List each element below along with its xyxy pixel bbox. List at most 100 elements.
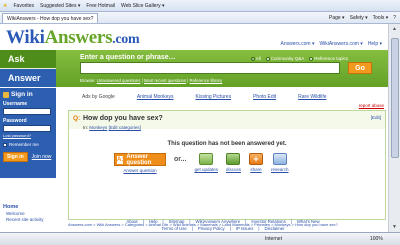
nav-welcome[interactable]: Welcome: [0, 211, 56, 216]
in-label: In:: [83, 125, 89, 130]
username-label: Username: [3, 101, 28, 107]
browse-unanswered[interactable]: Unanswered questions: [97, 78, 141, 83]
tools-menu[interactable]: Tools ▾: [373, 15, 389, 21]
logo-wiki: Wiki: [6, 27, 45, 48]
footer-link[interactable]: Sitemap: [169, 219, 185, 225]
discuss-action[interactable]: discuss: [226, 153, 241, 172]
radio-reference-label: Reference topics: [314, 56, 348, 61]
ad-link[interactable]: Kissing Pictures: [196, 94, 232, 100]
question-input[interactable]: [80, 62, 340, 74]
safety-menu[interactable]: Safety ▾: [350, 15, 368, 21]
edit-question-link[interactable]: [Edit]: [371, 115, 381, 120]
answer-button-label: Answer question: [126, 153, 152, 166]
radio-all-dot[interactable]: [250, 56, 255, 61]
ad-link[interactable]: Animal Monkeys: [137, 94, 174, 100]
question-card: Q: How dop you have sex? [Edit] In: Monk…: [68, 110, 386, 220]
ask-bar: Ask Answer Enter a question or phrase… A…: [0, 50, 388, 87]
discuss-link[interactable]: discuss: [226, 167, 241, 172]
get-updates-link[interactable]: get updates: [194, 167, 218, 172]
ask-tab[interactable]: Ask: [0, 50, 56, 68]
fav-suggested-sites[interactable]: Suggested Sites ▾: [40, 3, 80, 9]
research-icon[interactable]: [272, 153, 287, 165]
footer-link[interactable]: About: [126, 219, 137, 225]
radio-all-label: All: [255, 56, 261, 61]
or-text: or...: [174, 156, 187, 163]
browse-reference[interactable]: Reference library: [190, 78, 223, 83]
edit-categories-link[interactable]: [Edit categories]: [109, 125, 141, 130]
answer-badge: A:: [117, 155, 124, 164]
ad-link[interactable]: Photo Edit: [253, 94, 276, 100]
vertical-scrollbar[interactable]: ▲ ▼: [388, 24, 400, 232]
browse-links: Browse: Unanswered questions | Most rece…: [80, 78, 223, 83]
question-header: Q: How dop you have sex? [Edit] In: Monk…: [69, 111, 385, 130]
username-field[interactable]: [3, 108, 51, 115]
report-abuse-link[interactable]: report abuse: [359, 103, 384, 108]
home-title[interactable]: Home: [0, 204, 56, 210]
logo-answers: Answers: [44, 27, 113, 48]
answer-tab[interactable]: Answer: [0, 69, 56, 87]
signin-button[interactable]: Sign in: [3, 152, 28, 162]
remember-checkbox[interactable]: [3, 142, 7, 147]
updates-icon[interactable]: [199, 153, 214, 165]
sidebar: Sign in Username Password Lost password?…: [0, 88, 56, 232]
fav-free-hotmail[interactable]: Free Hotmail: [86, 3, 115, 9]
footer-link[interactable]: Investor Relations: [251, 219, 285, 225]
answer-question-button[interactable]: A: Answer question: [114, 153, 166, 166]
password-field[interactable]: [3, 125, 51, 132]
research-link[interactable]: research: [271, 167, 289, 172]
footer-link[interactable]: Help: [149, 219, 158, 225]
browse-recent[interactable]: Most recent questions: [144, 78, 186, 83]
share-link[interactable]: share: [250, 167, 261, 172]
radio-all[interactable]: All: [250, 56, 261, 61]
home-nav: Home Welcome Recent site activity: [0, 203, 56, 222]
join-now-link[interactable]: Join now: [32, 154, 52, 160]
footer-links-row1: About | Help | Sitemap | WikiAnswers Anywhe…: [126, 219, 320, 225]
radio-community-dot[interactable]: [265, 56, 270, 61]
category-link[interactable]: Monkeys: [89, 125, 107, 130]
question-categories: In: Monkeys [Edit categories]: [83, 125, 141, 130]
nav-recent-activity[interactable]: Recent site activity: [0, 217, 56, 222]
share-icon[interactable]: +: [249, 153, 263, 165]
question-actions: A: Answer question Answer question or... …: [114, 153, 289, 173]
scroll-up-icon[interactable]: ▲: [392, 26, 397, 32]
tab-wikianswers[interactable]: WikiAnswers - How dop you have sex?: [2, 12, 99, 23]
help-menu[interactable]: ?: [393, 15, 396, 21]
radio-community-label: Community Q&A: [270, 56, 305, 61]
footer-link[interactable]: What's New: [297, 219, 320, 225]
get-updates-action[interactable]: get updates: [194, 153, 218, 172]
ad-link[interactable]: Rare Wildlife: [298, 94, 326, 100]
top-link-help[interactable]: Help ▾: [368, 41, 382, 47]
research-action[interactable]: research: [271, 153, 289, 172]
share-action[interactable]: + share: [249, 153, 263, 172]
logo-com: .com: [112, 32, 140, 47]
zoom-level[interactable]: 100%: [370, 236, 383, 242]
lock-icon: [3, 91, 9, 98]
radio-community[interactable]: Community Q&A: [265, 56, 305, 61]
remember-me[interactable]: Remember me: [3, 142, 53, 147]
scroll-down-icon[interactable]: ▼: [392, 224, 397, 230]
top-link-answers[interactable]: Answers.com ▾: [281, 41, 315, 47]
radio-reference[interactable]: Reference topics: [309, 56, 348, 61]
radio-reference-dot[interactable]: [309, 56, 314, 61]
lost-password-link[interactable]: Lost password?: [3, 133, 53, 138]
favorites-button[interactable]: Favorites: [13, 3, 34, 9]
scroll-thumb[interactable]: [391, 38, 399, 158]
page-menu[interactable]: Page ▾: [329, 15, 345, 21]
command-bar: Page ▾ Safety ▾ Tools ▾ ?: [329, 15, 400, 21]
top-links: Answers.com ▾ WikiAnswers.com ▾ Help ▾: [281, 41, 382, 47]
favorites-star-icon[interactable]: ★: [3, 3, 7, 9]
browse-label: Browse:: [80, 78, 96, 83]
question-badge: Q:: [73, 115, 81, 122]
tab-bar: WikiAnswers - How dop you have sex? Page…: [0, 12, 400, 24]
fav-web-slice-gallery[interactable]: Web Slice Gallery ▾: [121, 3, 165, 9]
answer-question-link[interactable]: Answer question: [123, 168, 156, 173]
question-prompt: Enter a question or phrase…: [80, 54, 176, 61]
top-link-wikianswers[interactable]: WikiAnswers.com ▾: [319, 41, 362, 47]
discuss-icon[interactable]: [226, 153, 241, 165]
go-button[interactable]: Go: [348, 62, 372, 74]
answer-group: A: Answer question Answer question: [114, 153, 166, 173]
security-zone: Internet: [265, 236, 282, 242]
footer-link[interactable]: WikiAnswers Anywhere: [196, 219, 241, 225]
favorites-bar: ★ Favorites Suggested Sites ▾ Free Hotma…: [0, 0, 400, 12]
site-logo[interactable]: WikiAnswers.com: [6, 27, 140, 49]
